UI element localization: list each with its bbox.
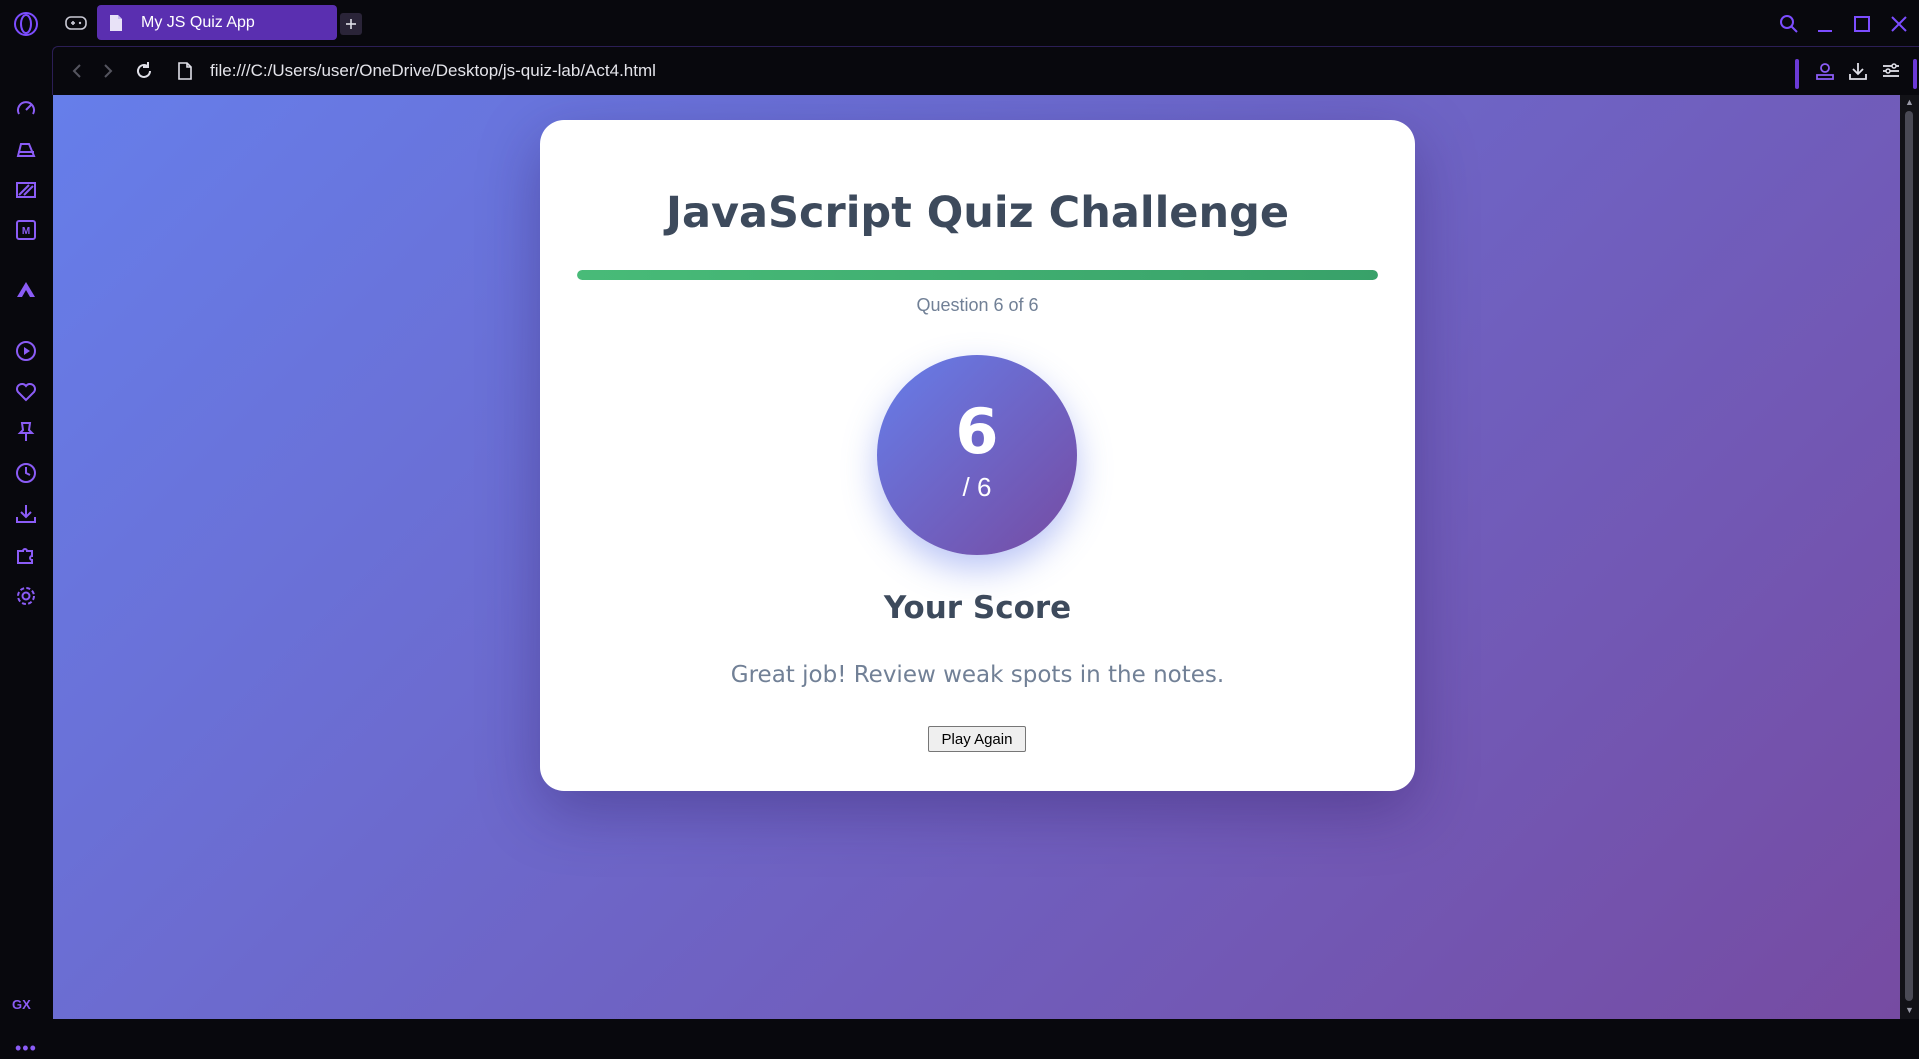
speed-dial-icon[interactable] bbox=[13, 96, 39, 122]
settings-icon[interactable] bbox=[13, 583, 39, 609]
question-counter: Question 6 of 6 bbox=[916, 295, 1039, 315]
score-circle: 6 / 6 bbox=[877, 355, 1077, 555]
pin-icon[interactable] bbox=[13, 419, 39, 445]
new-tab-button[interactable] bbox=[340, 13, 362, 35]
history-icon[interactable] bbox=[13, 460, 39, 486]
back-icon[interactable] bbox=[65, 59, 89, 83]
score-message: Great job! Review weak spots in the note… bbox=[730, 662, 1225, 688]
search-icon[interactable] bbox=[1777, 12, 1801, 36]
quiz-card: JavaScript Quiz Challenge Question 6 of … bbox=[540, 120, 1415, 791]
aria-icon[interactable] bbox=[13, 277, 39, 303]
page-scrollbar[interactable]: ▲ ▼ bbox=[1900, 95, 1919, 1019]
opera-gx-logo-icon[interactable] bbox=[12, 10, 39, 37]
download-icon[interactable] bbox=[1846, 59, 1870, 83]
twitch-icon[interactable] bbox=[13, 177, 39, 203]
file-page-icon bbox=[173, 59, 197, 83]
address-bar-row: file:///C:/Users/user/OneDrive/Desktop/j… bbox=[52, 46, 1919, 95]
scroll-thumb[interactable] bbox=[1905, 111, 1913, 1001]
forward-icon[interactable] bbox=[96, 59, 120, 83]
score-value: 6 bbox=[955, 395, 999, 468]
messenger-icon[interactable]: M bbox=[13, 217, 39, 243]
heart-icon[interactable] bbox=[13, 379, 39, 405]
progress-bar bbox=[577, 270, 1378, 280]
close-icon[interactable] bbox=[1887, 12, 1911, 36]
extensions-icon[interactable] bbox=[13, 542, 39, 568]
svg-text:M: M bbox=[22, 226, 30, 237]
sidebar-accent-bar-right bbox=[1913, 59, 1917, 89]
page-viewport: JavaScript Quiz Challenge Question 6 of … bbox=[53, 95, 1900, 1019]
reload-icon[interactable] bbox=[132, 59, 156, 83]
gx-corner-button[interactable]: GX bbox=[12, 997, 31, 1012]
url-input[interactable]: file:///C:/Users/user/OneDrive/Desktop/j… bbox=[210, 61, 656, 81]
account-icon[interactable] bbox=[1813, 59, 1837, 83]
more-options-icon[interactable]: ••• bbox=[15, 1038, 37, 1059]
minimize-icon[interactable] bbox=[1813, 12, 1837, 36]
quiz-title: JavaScript Quiz Challenge bbox=[665, 188, 1290, 238]
progress-bar-fill bbox=[577, 270, 1378, 280]
maximize-icon[interactable] bbox=[1850, 12, 1874, 36]
player-icon[interactable] bbox=[13, 338, 39, 364]
score-total: / 6 bbox=[962, 472, 992, 502]
document-icon bbox=[109, 13, 127, 33]
easy-setup-icon[interactable] bbox=[1879, 59, 1903, 83]
downloads-icon[interactable] bbox=[13, 501, 39, 527]
tab-title: My JS Quiz App bbox=[141, 13, 255, 31]
score-heading: Your Score bbox=[883, 590, 1072, 626]
gaming-icon[interactable] bbox=[13, 137, 39, 163]
gamepad-icon[interactable] bbox=[64, 12, 88, 34]
scroll-down-icon[interactable]: ▼ bbox=[1905, 1005, 1914, 1015]
scroll-up-icon[interactable]: ▲ bbox=[1905, 97, 1914, 107]
browser-tab-bar: My JS Quiz App bbox=[0, 0, 1919, 46]
tab-active[interactable]: My JS Quiz App bbox=[97, 5, 337, 40]
browser-sidebar: M GX ••• bbox=[0, 46, 52, 1058]
sidebar-accent-bar bbox=[1795, 59, 1799, 89]
play-again-button[interactable]: Play Again bbox=[928, 726, 1026, 752]
